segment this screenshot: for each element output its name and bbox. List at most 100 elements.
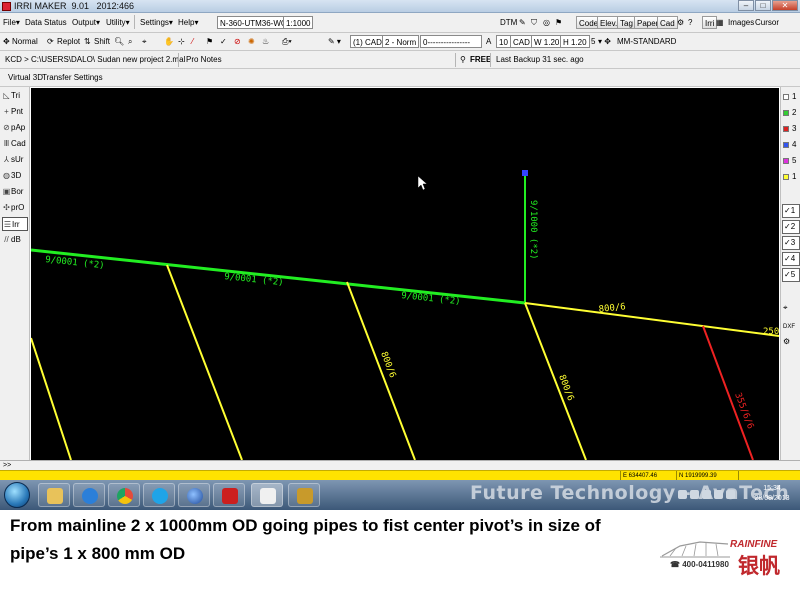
images-button[interactable]: Images — [728, 16, 754, 29]
shield-icon[interactable]: ⛉ — [531, 16, 537, 29]
layer-check-3[interactable]: ✓3 — [782, 236, 800, 250]
tab-virtual-3d[interactable]: Virtual 3D — [8, 71, 43, 84]
tool-cad[interactable]: Ⅲ Cad — [2, 137, 28, 151]
layer-check-2[interactable]: ✓2 — [782, 220, 800, 234]
shift-button[interactable]: Shift — [94, 35, 110, 48]
zoom-out-icon[interactable]: ⌕ — [128, 35, 132, 48]
taskbar-explorer[interactable] — [38, 483, 70, 507]
draw-icon[interactable]: ✎ ▾ — [328, 35, 341, 48]
tool-pro[interactable]: ✣prO — [2, 201, 28, 215]
dxf-button[interactable]: DXF — [783, 321, 800, 334]
settings-icon[interactable]: ⚙ — [677, 16, 684, 29]
pivot-icon[interactable]: ✺ — [248, 35, 255, 48]
close-button[interactable]: ✕ — [772, 0, 798, 11]
mainline-pipe-green[interactable] — [31, 248, 526, 305]
lateral-pipe-2[interactable] — [166, 264, 243, 460]
tag-icon[interactable]: ⚑ — [206, 35, 213, 48]
taskbar-clock[interactable]: 15:34 28/08/2013 — [746, 484, 798, 504]
layer-1-white[interactable]: 1 — [783, 90, 800, 103]
drawing-canvas[interactable]: 9/0001 (*2) 9/0001 (*2) 9/0001 (*2) 9/10… — [31, 88, 779, 460]
cad-button[interactable]: Cad — [657, 16, 678, 29]
cursor-button[interactable]: Cursor — [755, 16, 779, 29]
hydrant-marker[interactable] — [522, 170, 528, 176]
lateral-pipe-red[interactable] — [702, 325, 754, 460]
menu-data[interactable]: Data — [25, 16, 42, 29]
tool-pap[interactable]: ⊘pAp — [2, 121, 28, 135]
mainline-pipe-yellow[interactable] — [524, 302, 779, 337]
shift-icon[interactable]: ⇅ — [84, 35, 91, 48]
menu-utility[interactable]: Utility▾ — [106, 16, 130, 29]
maximize-button[interactable]: □ — [755, 0, 771, 11]
layer-3-red[interactable]: 3 — [783, 122, 800, 135]
tray-flag-icon[interactable] — [702, 490, 711, 499]
pro-notes-button[interactable]: Pro Notes — [186, 53, 222, 66]
line-style-select[interactable]: 0---------------- — [420, 35, 482, 48]
menu-status[interactable]: Status — [44, 16, 67, 29]
tray-volume-icon[interactable] — [726, 490, 735, 499]
cad-field[interactable]: CAD — [510, 35, 533, 48]
tool-sur[interactable]: ⅄ sUr — [2, 153, 28, 167]
tool-irr[interactable]: ☰Irr — [2, 217, 28, 231]
command-line[interactable]: >> — [0, 460, 800, 470]
print-icon[interactable]: ⎙▾ — [282, 35, 292, 48]
measure-icon[interactable]: ⌖ — [783, 301, 800, 314]
taskbar-media-player[interactable] — [73, 483, 105, 507]
taskbar-acrobat[interactable] — [213, 483, 245, 507]
text-icon[interactable]: A — [486, 35, 491, 48]
station-icon[interactable]: ♨ — [262, 35, 269, 48]
tray-arrow-icon[interactable] — [678, 490, 687, 499]
text-size-field[interactable]: 10 — [496, 35, 511, 48]
line-icon[interactable]: ⁄ — [192, 35, 193, 48]
width-field[interactable]: W 1.20 — [531, 35, 563, 48]
taskbar-irrimaker[interactable] — [251, 483, 283, 507]
tab-transfer-settings[interactable]: Transfer Settings — [42, 71, 103, 84]
taskbar-tool[interactable] — [288, 483, 320, 507]
tool-db[interactable]: //dB — [2, 233, 28, 247]
taskbar-chrome[interactable] — [108, 483, 140, 507]
gear-icon[interactable]: ⚙ — [783, 335, 800, 348]
cad-layer-select[interactable]: (1) CAD — [350, 35, 385, 48]
taskbar-skype[interactable] — [143, 483, 175, 507]
move-icon[interactable]: ✥ — [3, 35, 10, 48]
menu-settings[interactable]: Settings▾ — [140, 16, 173, 29]
check-icon[interactable]: ✓ — [220, 35, 227, 48]
layer-check-5[interactable]: ✓5 — [782, 268, 800, 282]
normal-button[interactable]: Normal — [12, 35, 38, 48]
block-icon[interactable]: ⊘ — [234, 35, 241, 48]
zoom-extent-icon[interactable]: ⌖ — [142, 35, 147, 48]
flag-icon[interactable]: ⚑ — [555, 16, 562, 29]
target-icon[interactable]: ◎ — [543, 16, 550, 29]
tray-network-icon[interactable] — [714, 490, 723, 499]
dtm-button[interactable]: DTM — [500, 16, 517, 29]
menu-help[interactable]: Help▾ — [178, 16, 198, 29]
tool-3d[interactable]: ◍3D — [2, 169, 28, 183]
lateral-pipe-4[interactable] — [524, 302, 587, 460]
layer-check-1[interactable]: ✓1 — [782, 204, 800, 218]
lateral-pipe-3[interactable] — [346, 281, 416, 460]
standard-select[interactable]: MM-STANDARD — [617, 35, 676, 48]
norm-select[interactable]: 2 - Norm — [382, 35, 420, 48]
grid-icon[interactable]: ▦ — [716, 16, 724, 29]
tool-pnt[interactable]: + Pnt — [2, 105, 28, 119]
layer-check-4[interactable]: ✓4 — [782, 252, 800, 266]
start-button[interactable] — [4, 482, 30, 508]
layer-2-green[interactable]: 2 — [783, 106, 800, 119]
menu-output[interactable]: Output▾ — [72, 16, 100, 29]
tool-bor[interactable]: ▣Bor — [2, 185, 28, 199]
taskbar-google-earth[interactable] — [178, 483, 210, 507]
help-icon[interactable]: ? — [688, 16, 692, 29]
replot-button[interactable]: Replot — [57, 35, 80, 48]
menu-file[interactable]: File▾ — [3, 16, 20, 29]
zoom-in-icon[interactable]: 🔍︎ — [114, 35, 124, 48]
layer-4-blue[interactable]: 4 — [783, 138, 800, 151]
lateral-pipe-1[interactable] — [31, 337, 72, 460]
number-select[interactable]: 5 — [591, 35, 595, 48]
pencil-icon[interactable]: ✎ — [519, 16, 526, 29]
pan-icon[interactable]: ✋ — [164, 35, 174, 48]
layer-1-yellow[interactable]: 1 — [783, 170, 800, 183]
height-field[interactable]: H 1.20 — [560, 35, 590, 48]
snap-icon[interactable]: ⊹ — [178, 35, 185, 48]
minimize-button[interactable]: – — [738, 0, 754, 11]
scale-field[interactable]: 1:1000 — [283, 16, 314, 29]
tool-tri[interactable]: ◺Tri — [2, 89, 28, 103]
